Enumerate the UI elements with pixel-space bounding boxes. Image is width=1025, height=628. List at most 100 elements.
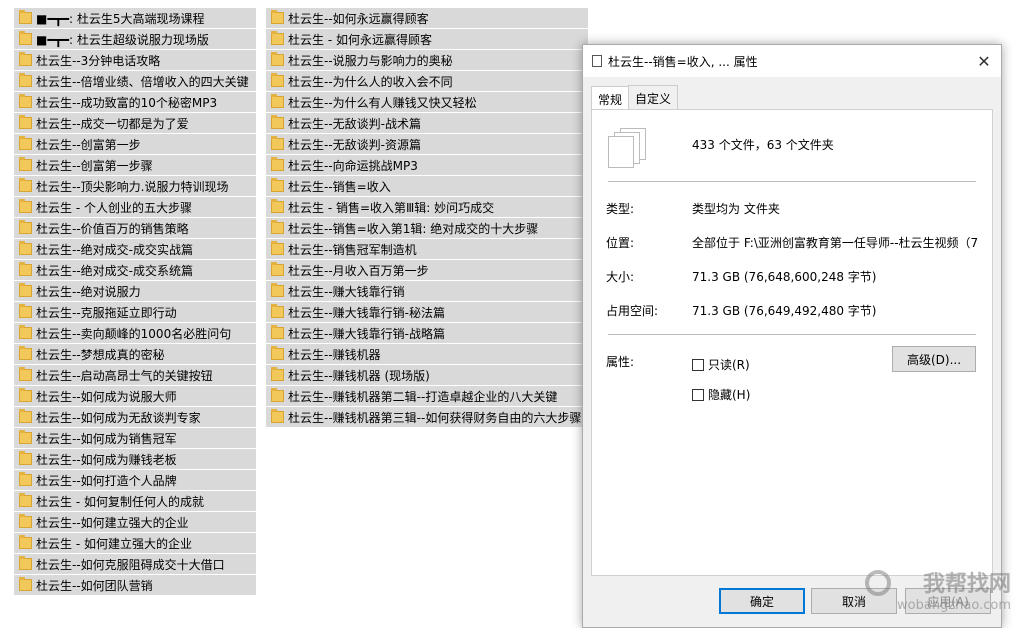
folder-item-label: 杜云生--赚钱机器 [288, 347, 381, 362]
folder-item-label: 杜云生--价值百万的销售策略 [36, 221, 189, 236]
folder-item[interactable]: 杜云生--如何建立强大的企业 [14, 512, 256, 532]
folder-icon [271, 10, 284, 24]
folder-icon [19, 73, 32, 87]
folder-item-label: 杜云生--无敌谈判-资源篇 [288, 137, 421, 152]
folder-item[interactable]: 杜云生--如何成为销售冠军 [14, 428, 256, 448]
folder-item[interactable]: 杜云生--梦想成真的密秘 [14, 344, 256, 364]
folder-item[interactable]: 杜云生--赚钱机器 (现场版) [266, 365, 588, 385]
folder-item[interactable]: 杜云生--赚大钱靠行销-战略篇 [266, 323, 588, 343]
folder-icon [19, 31, 32, 45]
folder-item[interactable]: 杜云生--无敌谈判-战术篇 [266, 113, 588, 133]
folder-icon [271, 388, 284, 402]
folder-item[interactable]: 杜云生--创富第一步 [14, 134, 256, 154]
folder-icon [271, 220, 284, 234]
folder-item-label: 杜云生--卖向颠峰的1000名必胜问句 [36, 326, 232, 341]
folder-item[interactable]: 杜云生 - 销售=收入第Ⅲ辑: 妙问巧成交 [266, 197, 588, 217]
folder-item[interactable]: 杜云生--启动高昂士气的关键按钮 [14, 365, 256, 385]
folder-item-label: 杜云生--绝对成交-成交系统篇 [36, 263, 193, 278]
folder-item[interactable]: 杜云生--绝对说服力 [14, 281, 256, 301]
folder-item-label: ■━┳━: 杜云生5大高端现场课程 [36, 11, 205, 26]
folder-item[interactable]: 杜云生 - 个人创业的五大步骤 [14, 197, 256, 217]
folder-icon [271, 367, 284, 381]
folder-icon [19, 535, 32, 549]
folder-item[interactable]: 杜云生--3分钟电话攻略 [14, 50, 256, 70]
folder-item-label: 杜云生--如何成为销售冠军 [36, 431, 177, 446]
checkbox-box[interactable] [692, 358, 704, 371]
watermark-text-en: wobangzhao.com [897, 598, 1011, 613]
folder-item-label: 杜云生--赚钱机器第三辑--如何获得财务自由的六大步骤 [288, 410, 582, 425]
location-label: 位置: [606, 236, 635, 250]
folder-item[interactable]: 杜云生--成交一切都是为了爱 [14, 113, 256, 133]
folder-icon [19, 556, 32, 570]
folder-item-label: 杜云生--如何成为无敌谈判专家 [36, 410, 201, 425]
checkbox-box[interactable] [692, 388, 704, 401]
folder-item[interactable]: 杜云生--赚钱机器 [266, 344, 588, 364]
folder-icon [19, 10, 32, 24]
ok-button[interactable]: 确定 [719, 588, 805, 614]
folder-item[interactable]: 杜云生--如何成为无敌谈判专家 [14, 407, 256, 427]
tab-custom[interactable]: 自定义 [628, 85, 679, 109]
folder-item[interactable]: 杜云生--如何打造个人品牌 [14, 470, 256, 490]
dialog-titlebar: 杜云生--销售=收入, ... 属性 ✕ [583, 45, 1001, 77]
type-label: 类型: [606, 202, 635, 216]
hidden-checkbox[interactable]: 隐藏(H) [692, 386, 750, 403]
disk-size-label: 占用空间: [606, 304, 659, 318]
folder-item[interactable]: 杜云生--为什么人的收入会不同 [266, 71, 588, 91]
folder-item[interactable]: 杜云生--赚大钱靠行销 [266, 281, 588, 301]
folder-item[interactable]: 杜云生 - 如何建立强大的企业 [14, 533, 256, 553]
magnifier-icon [865, 570, 891, 596]
folder-item-label: 杜云生 - 个人创业的五大步骤 [36, 200, 192, 215]
folder-icon [19, 514, 32, 528]
folder-item[interactable]: 杜云生--赚钱机器第二辑--打造卓越企业的八大关键 [266, 386, 588, 406]
folder-item-label: ■━┳━: 杜云生超级说服力现场版 [36, 32, 209, 47]
folder-item[interactable]: 杜云生--创富第一步骤 [14, 155, 256, 175]
properties-dialog: 杜云生--销售=收入, ... 属性 ✕ 常规 自定义 433 个文件，63 个… [582, 44, 1002, 628]
folder-item-label: 杜云生--赚大钱靠行销 [288, 284, 405, 299]
folder-item[interactable]: 杜云生--销售冠军制造机 [266, 239, 588, 259]
folder-item[interactable]: 杜云生--为什么有人赚钱又快又轻松 [266, 92, 588, 112]
readonly-checkbox[interactable]: 只读(R) [692, 356, 750, 373]
folder-icon [271, 157, 284, 171]
folder-item[interactable]: 杜云生--绝对成交-成交系统篇 [14, 260, 256, 280]
folder-item[interactable]: 杜云生--绝对成交-成交实战篇 [14, 239, 256, 259]
folder-item[interactable]: 杜云生--赚钱机器第三辑--如何获得财务自由的六大步骤 [266, 407, 588, 427]
folder-item[interactable]: 杜云生--月收入百万第一步 [266, 260, 588, 280]
tab-general[interactable]: 常规 [591, 86, 630, 110]
folder-icon [271, 304, 284, 318]
folder-item[interactable]: 杜云生--克服拖延立即行动 [14, 302, 256, 322]
folder-icon [271, 241, 284, 255]
folder-item[interactable]: 杜云生--如何成为赚钱老板 [14, 449, 256, 469]
folder-item[interactable]: 杜云生--赚大钱靠行销-秘法篇 [266, 302, 588, 322]
tab-bar: 常规 自定义 [591, 85, 679, 110]
folder-icon [19, 304, 32, 318]
folder-item[interactable]: 杜云生 - 如何永远赢得顾客 [266, 29, 588, 49]
folder-item[interactable]: 杜云生--销售=收入第1辑: 绝对成交的十大步骤 [266, 218, 588, 238]
folder-item[interactable]: 杜云生--如何团队营销 [14, 575, 256, 595]
folder-icon [19, 136, 32, 150]
folder-item[interactable]: 杜云生--如何克服阻碍成交十大借口 [14, 554, 256, 574]
folder-item-label: 杜云生--如何永远赢得顾客 [288, 11, 429, 26]
folder-item[interactable]: ■━┳━: 杜云生超级说服力现场版 [14, 29, 256, 49]
folder-item[interactable]: 杜云生--卖向颠峰的1000名必胜问句 [14, 323, 256, 343]
folder-item-label: 杜云生--无敌谈判-战术篇 [288, 116, 421, 131]
folder-item[interactable]: 杜云生--无敌谈判-资源篇 [266, 134, 588, 154]
divider [608, 334, 976, 335]
folder-item[interactable]: 杜云生--向命运挑战MP3 [266, 155, 588, 175]
folder-item[interactable]: 杜云生--价值百万的销售策略 [14, 218, 256, 238]
folder-item[interactable]: 杜云生--如何永远赢得顾客 [266, 8, 588, 28]
folder-item[interactable]: 杜云生--顶尖影响力.说服力特训现场 [14, 176, 256, 196]
folder-item[interactable]: 杜云生--如何成为说服大师 [14, 386, 256, 406]
folder-item[interactable]: 杜云生--销售=收入 [266, 176, 588, 196]
folder-icon [19, 115, 32, 129]
folder-list-left: ■━┳━: 杜云生5大高端现场课程 ■━┳━: 杜云生超级说服力现场版 杜云生--3… [14, 8, 256, 596]
folder-icon [271, 199, 284, 213]
folder-item[interactable]: 杜云生--说服力与影响力的奥秘 [266, 50, 588, 70]
folder-item[interactable]: 杜云生--成功致富的10个秘密MP3 [14, 92, 256, 112]
folder-item-label: 杜云生--3分钟电话攻略 [36, 53, 161, 68]
folder-item[interactable]: 杜云生 - 如何复制任何人的成就 [14, 491, 256, 511]
folder-item-label: 杜云生--如何团队营销 [36, 578, 153, 593]
close-button[interactable]: ✕ [967, 45, 1001, 77]
folder-item[interactable]: ■━┳━: 杜云生5大高端现场课程 [14, 8, 256, 28]
advanced-button[interactable]: 高级(D)... [892, 346, 976, 372]
folder-item[interactable]: 杜云生--倍增业绩、倍增收入的四大关键 [14, 71, 256, 91]
